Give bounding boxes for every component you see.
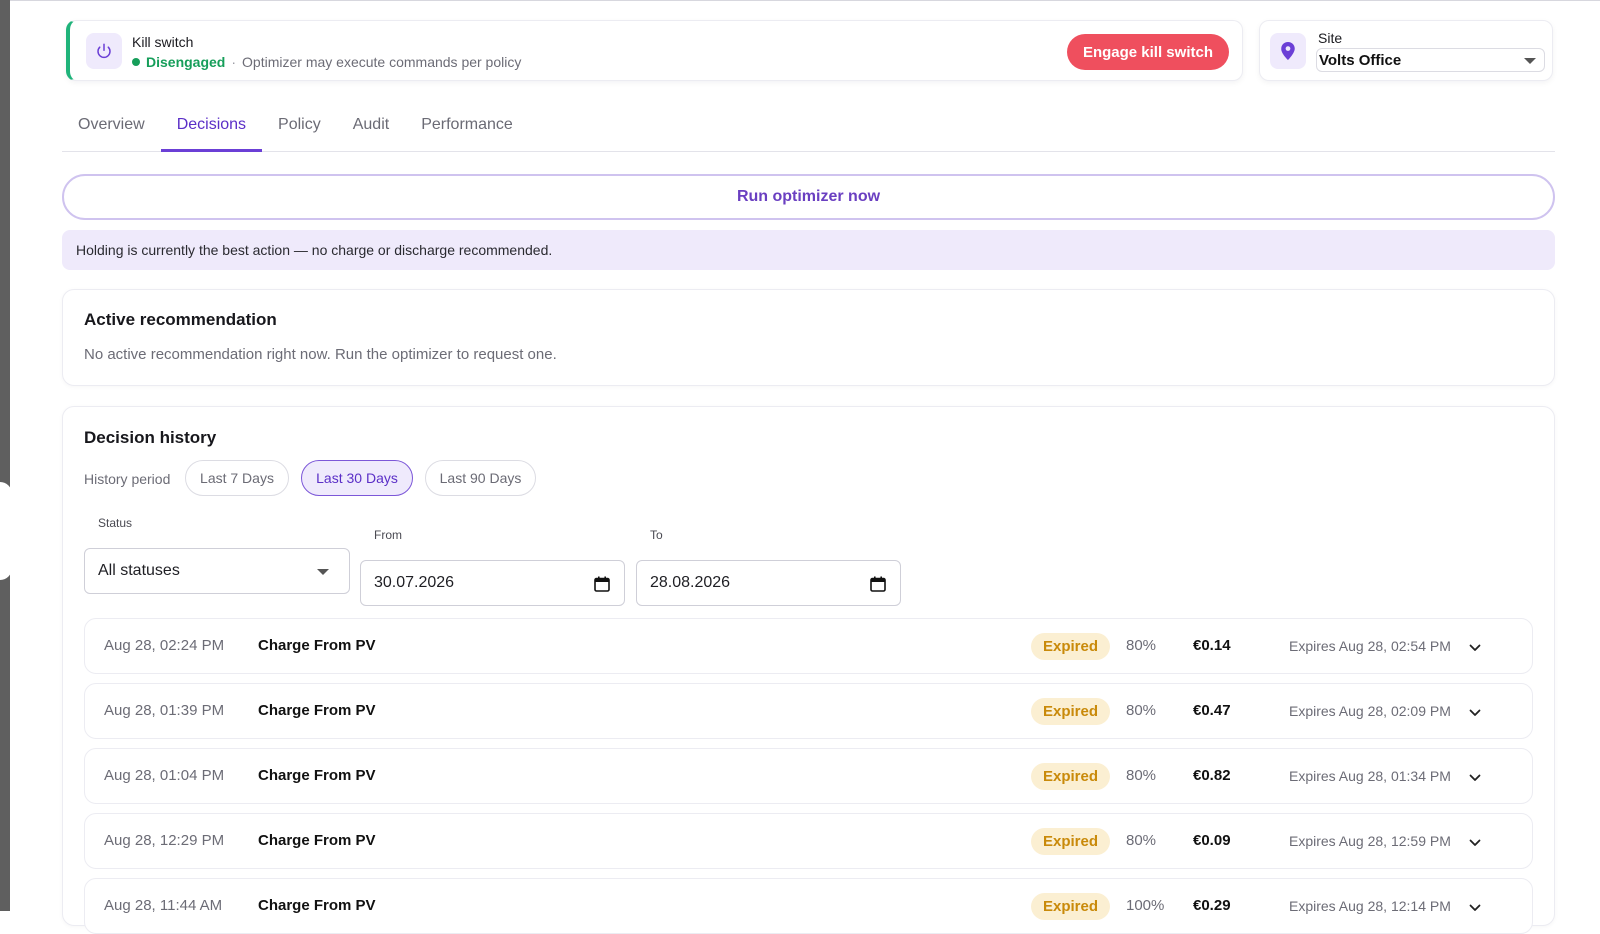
kill-switch-detail: Optimizer may execute commands per polic… (242, 54, 522, 70)
to-date-value: 28.08.2026 (650, 574, 731, 591)
status-badge: Expired (1031, 698, 1110, 725)
expand-chevron-icon[interactable] (1469, 639, 1481, 657)
expand-chevron-icon[interactable] (1469, 899, 1481, 917)
status-badge: Expired (1031, 893, 1110, 920)
status-separator: · (231, 54, 237, 70)
decision-confidence: 80% (1126, 702, 1157, 719)
status-badge: Expired (1031, 633, 1110, 660)
chevron-down-icon (1524, 58, 1536, 64)
decision-expiry: Expires Aug 28, 02:09 PM (1289, 703, 1451, 719)
status-badge: Expired (1031, 828, 1110, 855)
location-pin-icon (1270, 33, 1306, 69)
site-selected-value: Volts Office (1319, 51, 1402, 69)
tab-audit[interactable]: Audit (337, 106, 405, 152)
decision-value: €0.09 (1193, 832, 1231, 849)
kill-switch-state: Disengaged (146, 54, 226, 70)
kill-switch-status: Disengaged · Optimizer may execute comma… (132, 54, 521, 70)
decision-action: Charge From PV (258, 702, 376, 719)
site-card: Site Volts Office (1259, 20, 1553, 81)
status-badge: Expired (1031, 763, 1110, 790)
decision-row[interactable]: Aug 28, 12:29 PM Charge From PV Expired … (84, 813, 1533, 869)
decision-confidence: 80% (1126, 637, 1157, 654)
decision-expiry: Expires Aug 28, 01:34 PM (1289, 768, 1451, 784)
to-date-label: To (650, 528, 663, 542)
period-last-90-days-button[interactable]: Last 90 Days (425, 460, 536, 496)
decision-time: Aug 28, 02:24 PM (104, 637, 225, 654)
calendar-icon[interactable] (594, 576, 610, 597)
chevron-down-icon (317, 569, 329, 575)
active-recommendation-card: Active recommendation No active recommen… (62, 289, 1555, 386)
decision-row[interactable]: Aug 28, 01:39 PM Charge From PV Expired … (84, 683, 1533, 739)
decision-expiry: Expires Aug 28, 12:59 PM (1289, 833, 1451, 849)
decision-value: €0.14 (1193, 637, 1231, 654)
site-label: Site (1318, 30, 1343, 46)
status-filter-label: Status (98, 516, 133, 530)
decision-history-title: Decision history (84, 428, 217, 447)
period-last-7-days-button[interactable]: Last 7 Days (185, 460, 289, 496)
decision-row[interactable]: Aug 28, 02:24 PM Charge From PV Expired … (84, 618, 1533, 674)
decision-value: €0.29 (1193, 897, 1231, 914)
decision-confidence: 80% (1126, 832, 1157, 849)
info-banner: Holding is currently the best action — n… (62, 230, 1555, 270)
kill-switch-title: Kill switch (132, 34, 194, 50)
status-dot-icon (132, 58, 140, 66)
status-filter-select[interactable]: All statuses (84, 548, 350, 594)
expand-chevron-icon[interactable] (1469, 704, 1481, 722)
decision-expiry: Expires Aug 28, 02:54 PM (1289, 638, 1451, 654)
decision-time: Aug 28, 01:04 PM (104, 767, 225, 784)
decision-value: €0.47 (1193, 702, 1231, 719)
status-filter-value: All statuses (98, 562, 180, 579)
tab-bar: Overview Decisions Policy Audit Performa… (62, 106, 1555, 152)
decision-action: Charge From PV (258, 897, 376, 914)
decision-confidence: 100% (1126, 897, 1165, 914)
decision-value: €0.82 (1193, 767, 1231, 784)
tab-policy[interactable]: Policy (262, 106, 337, 152)
engage-kill-switch-button[interactable]: Engage kill switch (1066, 34, 1229, 70)
active-recommendation-text: No active recommendation right now. Run … (84, 346, 557, 363)
calendar-icon[interactable] (870, 576, 886, 597)
decision-expiry: Expires Aug 28, 12:14 PM (1289, 898, 1451, 914)
period-last-30-days-button[interactable]: Last 30 Days (301, 460, 413, 496)
history-period-label: History period (84, 471, 171, 487)
from-date-input[interactable]: 30.07.2026 (360, 560, 625, 606)
tab-performance[interactable]: Performance (405, 106, 529, 152)
decision-time: Aug 28, 12:29 PM (104, 832, 225, 849)
decision-time: Aug 28, 01:39 PM (104, 702, 225, 719)
decision-row[interactable]: Aug 28, 11:44 AM Charge From PV Expired … (84, 878, 1533, 934)
decision-history-card: Decision history History period Last 7 D… (62, 406, 1555, 934)
active-recommendation-title: Active recommendation (84, 310, 277, 329)
decision-action: Charge From PV (258, 637, 376, 654)
decision-action: Charge From PV (258, 832, 376, 849)
tab-decisions[interactable]: Decisions (160, 106, 263, 152)
window-edge-notch (0, 482, 12, 580)
power-icon (86, 33, 122, 69)
site-select[interactable]: Volts Office (1316, 48, 1545, 72)
top-divider (10, 0, 1600, 1)
expand-chevron-icon[interactable] (1469, 834, 1481, 852)
decision-confidence: 80% (1126, 767, 1157, 784)
to-date-input[interactable]: 28.08.2026 (636, 560, 901, 606)
from-date-label: From (374, 528, 402, 542)
from-date-value: 30.07.2026 (374, 574, 455, 591)
decision-row[interactable]: Aug 28, 01:04 PM Charge From PV Expired … (84, 748, 1533, 804)
decision-time: Aug 28, 11:44 AM (104, 897, 223, 914)
expand-chevron-icon[interactable] (1469, 769, 1481, 787)
kill-switch-card: Kill switch Disengaged · Optimizer may e… (66, 20, 1243, 81)
window-edge (0, 0, 10, 911)
decision-action: Charge From PV (258, 767, 376, 784)
tab-overview[interactable]: Overview (62, 106, 161, 152)
run-optimizer-button[interactable]: Run optimizer now (62, 174, 1555, 220)
